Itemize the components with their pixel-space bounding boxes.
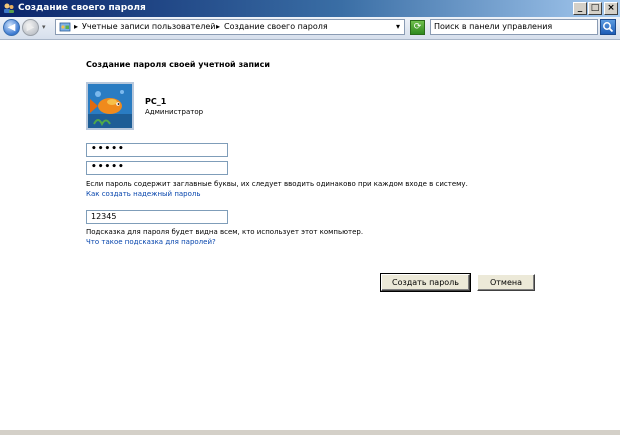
title-bar: Создание своего пароля _ □ ×	[0, 0, 620, 17]
cancel-button[interactable]: Отмена	[477, 274, 535, 291]
window-title: Создание своего пароля	[18, 3, 146, 13]
user-avatar	[86, 82, 134, 130]
back-button[interactable]: ◀	[3, 19, 20, 36]
refresh-button[interactable]: ⟳	[410, 20, 425, 35]
search-icon	[603, 22, 614, 33]
user-accounts-icon	[4, 3, 14, 13]
search-button[interactable]	[600, 19, 616, 35]
case-sensitivity-note: Если пароль содержит заглавные буквы, их…	[86, 180, 468, 188]
control-panel-icon	[59, 22, 71, 32]
crumb-separator-icon: ▸	[216, 22, 221, 31]
breadcrumb-create-password[interactable]: Создание своего пароля	[224, 22, 328, 31]
address-box[interactable]: ▸ Учетные записи пользователей ▸ Создани…	[55, 19, 405, 35]
strong-password-link[interactable]: Как создать надежный пароль	[86, 190, 201, 198]
user-name: PC_1	[145, 97, 167, 106]
crumb-separator-icon: ▸	[74, 22, 79, 31]
minimize-button[interactable]: _	[573, 2, 587, 15]
confirm-password-field[interactable]: •••••	[86, 161, 228, 175]
forward-button[interactable]: ▶	[22, 19, 39, 36]
address-dropdown-icon[interactable]: ▾	[396, 22, 400, 31]
new-password-value: •••••	[91, 144, 125, 154]
search-input[interactable]: Поиск в панели управления	[430, 19, 598, 35]
status-bar	[0, 429, 620, 435]
user-role: Администратор	[145, 108, 204, 116]
create-password-button[interactable]: Создать пароль	[380, 273, 471, 292]
password-hint-value: 12345	[91, 212, 117, 221]
page-title: Создание пароля своей учетной записи	[86, 60, 270, 69]
search-placeholder: Поиск в панели управления	[434, 22, 553, 31]
breadcrumb-user-accounts[interactable]: Учетные записи пользователей	[82, 22, 215, 31]
address-toolbar: ◀ ▶ ▾ ▸ Учетные записи пользователей ▸ С…	[0, 17, 620, 40]
password-hint-field[interactable]: 12345	[86, 210, 228, 224]
history-dropdown-icon[interactable]: ▾	[42, 23, 46, 31]
password-hint-help-link[interactable]: Что такое подсказка для паролей?	[86, 238, 216, 246]
maximize-button[interactable]: □	[588, 2, 602, 15]
confirm-password-value: •••••	[91, 162, 125, 172]
fish-picture-icon	[88, 84, 132, 128]
main-content: Создание пароля своей учетной записи PC_…	[0, 40, 620, 430]
hint-visibility-note: Подсказка для пароля будет видна всем, к…	[86, 228, 364, 236]
close-button[interactable]: ×	[604, 2, 618, 15]
new-password-field[interactable]: •••••	[86, 143, 228, 157]
